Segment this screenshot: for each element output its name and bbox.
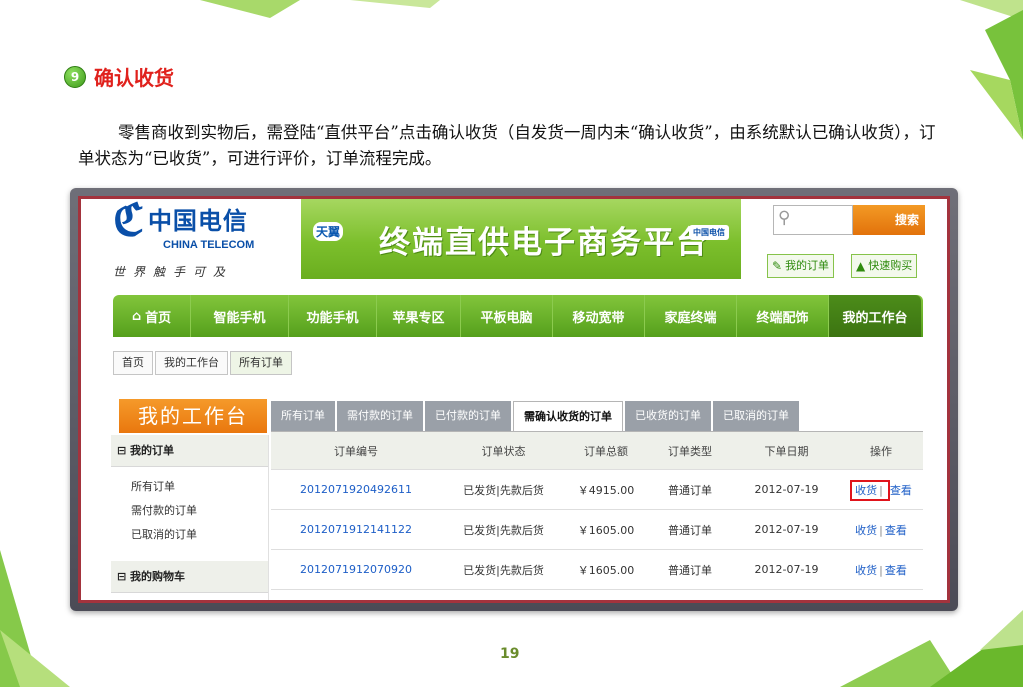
tianyi-brand: 天翼 [313, 222, 344, 241]
header-date: 下单日期 [764, 444, 809, 458]
nav-item-home[interactable]: ⌂ 首页 [113, 295, 191, 337]
order-total: ￥1605.00 [577, 563, 635, 577]
logo-slogan: 世界触手可及 [113, 265, 234, 279]
receive-button[interactable]: 收货 [855, 524, 877, 537]
tab-cancelled-orders[interactable]: 已取消的订单 [713, 401, 799, 431]
tab-paid-orders[interactable]: 已付款的订单 [425, 401, 511, 431]
nav-item-feature-phones[interactable]: 功能手机 [289, 295, 377, 337]
sidebar-title: 我的工作台 [119, 399, 267, 433]
search-icon: ⚲ [778, 208, 791, 228]
view-button[interactable]: 查看 [890, 484, 912, 497]
banner-telecom-mini-logo: 中国电信 [689, 225, 729, 240]
nav-item-apple[interactable]: 苹果专区 [377, 295, 461, 337]
order-type: 普通订单 [668, 523, 712, 537]
highlight-box: 收货 | [850, 479, 890, 501]
order-id-link[interactable]: 2012071912070920 [271, 563, 441, 576]
banner-title: 终端直供电子商务平台 [379, 225, 709, 261]
nav-item-broadband[interactable]: 移动宽带 [553, 295, 645, 337]
logo-en-text: CHINA TELECOM [163, 239, 255, 251]
view-button[interactable]: 查看 [885, 524, 907, 537]
header-type: 订单类型 [668, 444, 712, 458]
order-actions: 收货 | 查看 [839, 479, 923, 501]
nav-item-home-terminals[interactable]: 家庭终端 [645, 295, 737, 337]
orders-table: 订单编号 订单状态 订单总额 订单类型 下单日期 操作 201207192049… [271, 431, 923, 590]
quick-buy-icon: ▲ [856, 259, 866, 273]
order-status: 已发货|先款后货 [463, 523, 544, 537]
table-row: 2012071912070920 已发货|先款后货 ￥1605.00 普通订单 … [271, 550, 923, 590]
telecom-mark-icon: ℭ [113, 199, 144, 246]
order-status: 已发货|先款后货 [463, 563, 544, 577]
page-number: 19 [500, 646, 520, 662]
nav-item-my-workbench[interactable]: 我的工作台 [829, 295, 921, 337]
table-row: 2012071920492611 已发货|先款后货 ￥4915.00 普通订单 … [271, 470, 923, 510]
section-heading: 9 确认收货 [64, 62, 174, 91]
instruction-paragraph: 零售商收到实物后，需登陆“直供平台”点击确认收货（自发货一周内未“确认收货”，由… [78, 120, 948, 172]
order-date: 2012-07-19 [754, 523, 819, 536]
view-button[interactable]: 查看 [885, 564, 907, 577]
tab-unpaid-orders[interactable]: 需付款的订单 [337, 401, 423, 431]
receive-button[interactable]: 收货 [855, 484, 877, 497]
quick-buy-link[interactable]: ▲ 快速购买 [851, 254, 918, 278]
breadcrumb-home[interactable]: 首页 [113, 351, 153, 375]
table-row: 2012071912141122 已发货|先款后货 ￥1605.00 普通订单 … [271, 510, 923, 550]
breadcrumb-all-orders[interactable]: 所有订单 [230, 351, 292, 375]
sidebar: ⊟ 我的订单 所有订单 需付款的订单 已取消的订单 ⊟ 我的购物车 [111, 435, 269, 600]
sidebar-group-my-orders[interactable]: ⊟ 我的订单 [111, 435, 268, 467]
china-telecom-logo[interactable]: ℭ 中国电信 CHINA TELECOM 世界触手可及 [113, 199, 263, 291]
screenshot: ℭ 中国电信 CHINA TELECOM 世界触手可及 天翼 终端直供电子商务平… [81, 199, 947, 600]
main-nav: ⌂ 首页 智能手机 功能手机 苹果专区 平板电脑 移动宽带 家庭终端 终端配饰 我… [113, 295, 923, 337]
tab-all-orders[interactable]: 所有订单 [271, 401, 335, 431]
order-id-link[interactable]: 2012071920492611 [271, 483, 441, 496]
section-title: 确认收货 [94, 66, 174, 90]
header-total: 订单总额 [584, 444, 628, 458]
order-tabs: 所有订单 需付款的订单 已付款的订单 需确认收货的订单 已收货的订单 已取消的订… [271, 401, 799, 431]
order-actions: 收货 | 查看 [855, 523, 907, 537]
header-status: 订单状态 [481, 444, 526, 458]
breadcrumb-workbench[interactable]: 我的工作台 [155, 351, 228, 375]
order-total: ￥1605.00 [577, 523, 635, 537]
sidebar-item-cancelled-orders[interactable]: 已取消的订单 [111, 527, 268, 543]
receive-button[interactable]: 收货 [855, 564, 877, 577]
order-total: ￥4915.00 [577, 483, 635, 497]
instruction-text: 零售商收到实物后，需登陆“直供平台”点击确认收货（自发货一周内未“确认收货”，由… [78, 123, 936, 168]
my-orders-link[interactable]: ✎ 我的订单 [767, 254, 835, 278]
tianyi-logo: 天翼 [313, 221, 353, 257]
search-button[interactable]: 搜索 [853, 205, 925, 235]
screenshot-border: ℭ 中国电信 CHINA TELECOM 世界触手可及 天翼 终端直供电子商务平… [78, 196, 950, 603]
nav-item-smartphones[interactable]: 智能手机 [191, 295, 289, 337]
table-header: 订单编号 订单状态 订单总额 订单类型 下单日期 操作 [271, 432, 923, 470]
header-order-id: 订单编号 [334, 444, 378, 458]
step-number-badge: 9 [64, 65, 86, 88]
orders-icon: ✎ [772, 259, 783, 273]
sidebar-item-all-orders[interactable]: 所有订单 [111, 479, 268, 495]
nav-item-tablets[interactable]: 平板电脑 [461, 295, 553, 337]
screenshot-frame: ℭ 中国电信 CHINA TELECOM 世界触手可及 天翼 终端直供电子商务平… [70, 188, 958, 611]
tab-pending-receipt-orders[interactable]: 需确认收货的订单 [513, 401, 623, 431]
tab-received-orders[interactable]: 已收货的订单 [625, 401, 711, 431]
platform-banner: 天翼 终端直供电子商务平台 中国电信 [301, 199, 741, 279]
order-type: 普通订单 [668, 483, 712, 497]
breadcrumb: 首页 我的工作台 所有订单 [113, 351, 294, 375]
nav-item-accessories[interactable]: 终端配饰 [737, 295, 829, 337]
sidebar-item-unpaid-orders[interactable]: 需付款的订单 [111, 503, 268, 519]
order-date: 2012-07-19 [754, 563, 819, 576]
decor-bottom-right [840, 610, 1023, 687]
header-actions: 操作 [870, 444, 892, 458]
order-type: 普通订单 [668, 563, 712, 577]
search-input[interactable]: ⚲ [773, 205, 853, 235]
slide: 9 确认收货 零售商收到实物后，需登陆“直供平台”点击确认收货（自发货一周内未“… [0, 0, 1023, 687]
decor-top-center [200, 0, 440, 18]
sidebar-group-cart[interactable]: ⊟ 我的购物车 [111, 561, 268, 593]
logo-cn-text: 中国电信 [147, 206, 248, 235]
my-orders-label: 我的订单 [785, 259, 830, 272]
order-status: 已发货|先款后货 [463, 483, 544, 497]
home-icon: ⌂ [131, 308, 142, 324]
order-actions: 收货 | 查看 [855, 563, 907, 577]
order-id-link[interactable]: 2012071912141122 [271, 523, 441, 536]
order-date: 2012-07-19 [754, 483, 819, 496]
quick-buy-label: 快速购买 [868, 259, 913, 272]
